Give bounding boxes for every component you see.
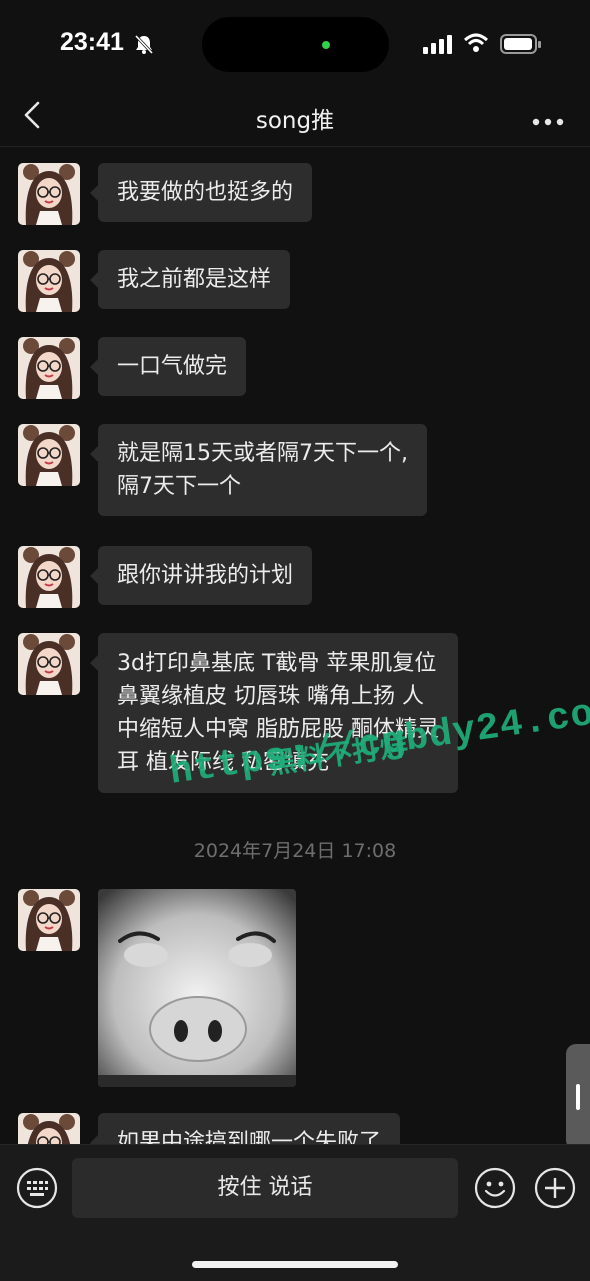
- scroll-grip: [576, 1084, 580, 1110]
- input-bar: 按住 说话: [0, 1144, 590, 1281]
- keyboard-icon[interactable]: [16, 1167, 58, 1213]
- message-timestamp: 2024年7月24日 17:08: [193, 840, 397, 862]
- avatar[interactable]: [18, 633, 80, 695]
- message-bubble[interactable]: 一口气做完: [89, 337, 247, 396]
- message-bubble[interactable]: 就是隔15天或者隔7天下一个, 隔7天下一个: [90, 424, 427, 516]
- camera-indicator-dot: [322, 41, 330, 49]
- hold-to-talk-button[interactable]: 按住 说话: [72, 1158, 458, 1218]
- message-bubble[interactable]: 我要做的也挺多的: [89, 163, 313, 222]
- message-bubble[interactable]: 我之前都是这样: [89, 250, 291, 309]
- wifi-icon: [463, 32, 489, 58]
- avatar[interactable]: [18, 424, 80, 486]
- avatar[interactable]: [18, 889, 80, 951]
- signal-icon: [423, 34, 453, 58]
- dynamic-island: [202, 17, 389, 72]
- battery-icon: [500, 33, 542, 59]
- chat-title: song推: [255, 108, 335, 134]
- status-bar: 23:41: [0, 0, 590, 88]
- message-line: 3d打印鼻基底 T截骨 苹果肌复位: [117, 651, 437, 676]
- message-line: 隔7天下一个: [117, 474, 241, 499]
- message-bubble[interactable]: 跟你讲讲我的计划: [89, 546, 313, 605]
- avatar[interactable]: [18, 337, 80, 399]
- status-time: 23:41: [60, 28, 124, 56]
- chat-header: song推: [0, 88, 590, 147]
- plus-icon[interactable]: [534, 1167, 576, 1213]
- avatar[interactable]: [18, 250, 80, 312]
- pig-face-sticker[interactable]: [98, 889, 296, 1087]
- avatar[interactable]: [18, 546, 80, 608]
- emoji-icon[interactable]: [474, 1167, 516, 1213]
- message-line: 就是隔15天或者隔7天下一个,: [117, 441, 408, 466]
- avatar[interactable]: [18, 163, 80, 225]
- message-line: 鼻翼缘植皮 切唇珠 嘴角上扬 人: [117, 684, 424, 709]
- scroll-handle[interactable]: [566, 1044, 590, 1150]
- home-indicator: [192, 1261, 398, 1268]
- more-dots-icon[interactable]: [532, 112, 564, 131]
- bell-muted-icon: [133, 33, 155, 59]
